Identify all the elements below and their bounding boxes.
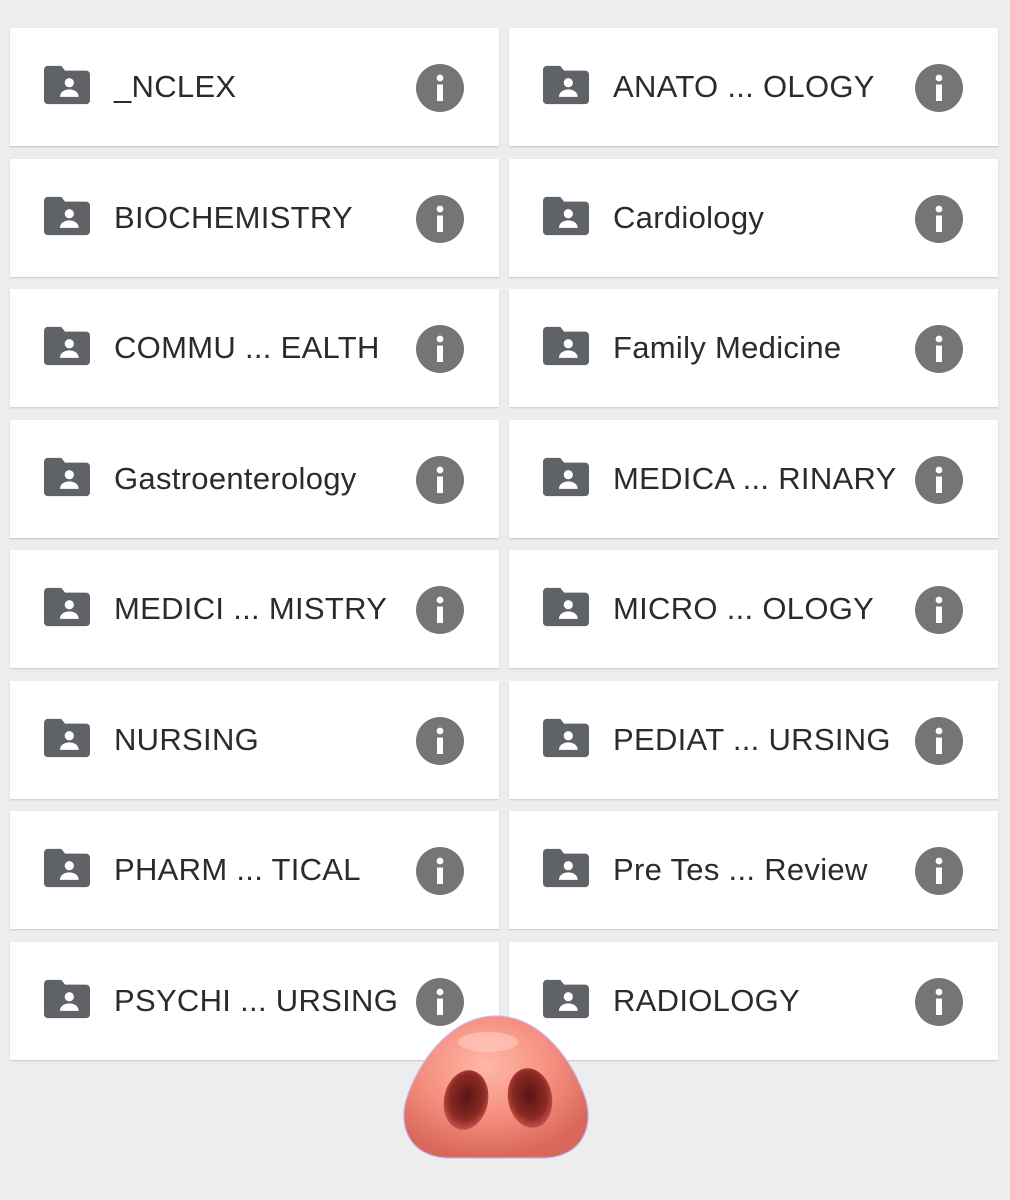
- folder-name: ANATO ... OLOGY: [613, 69, 875, 104]
- folder-name: BIOCHEMISTRY: [114, 199, 354, 235]
- folder-card[interactable]: MEDICA ... RINARY: [509, 419, 998, 538]
- shared-folder-icon: [543, 196, 589, 236]
- info-icon[interactable]: [416, 325, 464, 373]
- info-icon[interactable]: [915, 194, 963, 243]
- folder-name: MICRO ... OLOGY: [613, 591, 875, 626]
- folder-card[interactable]: Gastroenterology: [10, 419, 499, 538]
- info-icon[interactable]: [915, 716, 963, 765]
- folder-name: _NCLEX: [114, 69, 237, 104]
- info-icon[interactable]: [416, 194, 464, 243]
- info-icon[interactable]: [915, 455, 963, 504]
- folder-card[interactable]: PHARM ... TICAL: [10, 811, 499, 929]
- folder-name: COMMU ... EALTH: [114, 330, 380, 365]
- folder-name: Family Medicine: [613, 330, 842, 365]
- folder-grid: _NCLEX ANATO ... OLOGY BIOCHEMISTRY Card…: [10, 28, 998, 1060]
- info-icon[interactable]: [416, 716, 464, 765]
- folder-name: PHARM ... TICAL: [114, 852, 361, 887]
- folder-card[interactable]: MICRO ... OLOGY: [509, 550, 998, 668]
- shared-folder-icon: [543, 326, 589, 366]
- folder-name: Gastroenterology: [114, 460, 357, 496]
- info-icon[interactable]: [416, 586, 464, 634]
- shared-folder-icon: [44, 587, 90, 627]
- shared-folder-icon: [44, 65, 90, 105]
- folder-name: PSYCHI ... URSING: [114, 982, 399, 1018]
- info-icon[interactable]: [416, 455, 464, 504]
- folder-name: MEDICA ... RINARY: [613, 460, 897, 496]
- pig-nose-emoji: [396, 1012, 596, 1162]
- shared-folder-icon: [44, 718, 90, 758]
- folder-card[interactable]: BIOCHEMISTRY: [10, 158, 499, 277]
- folder-name: NURSING: [114, 721, 260, 757]
- info-icon[interactable]: [416, 847, 464, 895]
- folder-card[interactable]: Pre Tes ... Review: [509, 811, 998, 929]
- folder-name: MEDICI ... MISTRY: [114, 591, 388, 626]
- folder-name: Pre Tes ... Review: [613, 852, 868, 887]
- info-icon[interactable]: [915, 586, 963, 634]
- shared-folder-icon: [44, 326, 90, 366]
- info-icon[interactable]: [416, 64, 464, 112]
- folder-name: Cardiology: [613, 199, 765, 235]
- folder-card[interactable]: Family Medicine: [509, 289, 998, 407]
- shared-folder-icon: [44, 848, 90, 888]
- folder-card[interactable]: COMMU ... EALTH: [10, 289, 499, 407]
- info-icon[interactable]: [915, 977, 963, 1026]
- folder-card[interactable]: MEDICI ... MISTRY: [10, 550, 499, 668]
- info-icon[interactable]: [915, 64, 963, 112]
- shared-folder-icon: [44, 196, 90, 236]
- folder-card[interactable]: Cardiology: [509, 158, 998, 277]
- folder-card[interactable]: _NCLEX: [10, 28, 499, 146]
- folder-name: RADIOLOGY: [613, 982, 801, 1018]
- shared-folder-icon: [543, 65, 589, 105]
- shared-folder-icon: [543, 587, 589, 627]
- folder-name: PEDIAT ... URSING: [613, 721, 891, 757]
- shared-folder-icon: [44, 457, 90, 497]
- folder-card[interactable]: PEDIAT ... URSING: [509, 680, 998, 799]
- info-icon[interactable]: [915, 847, 963, 895]
- shared-folder-icon: [543, 718, 589, 758]
- folder-card[interactable]: ANATO ... OLOGY: [509, 28, 998, 146]
- info-icon[interactable]: [915, 325, 963, 373]
- shared-folder-icon: [44, 979, 90, 1019]
- shared-folder-icon: [543, 457, 589, 497]
- folder-card[interactable]: NURSING: [10, 680, 499, 799]
- shared-folder-icon: [543, 848, 589, 888]
